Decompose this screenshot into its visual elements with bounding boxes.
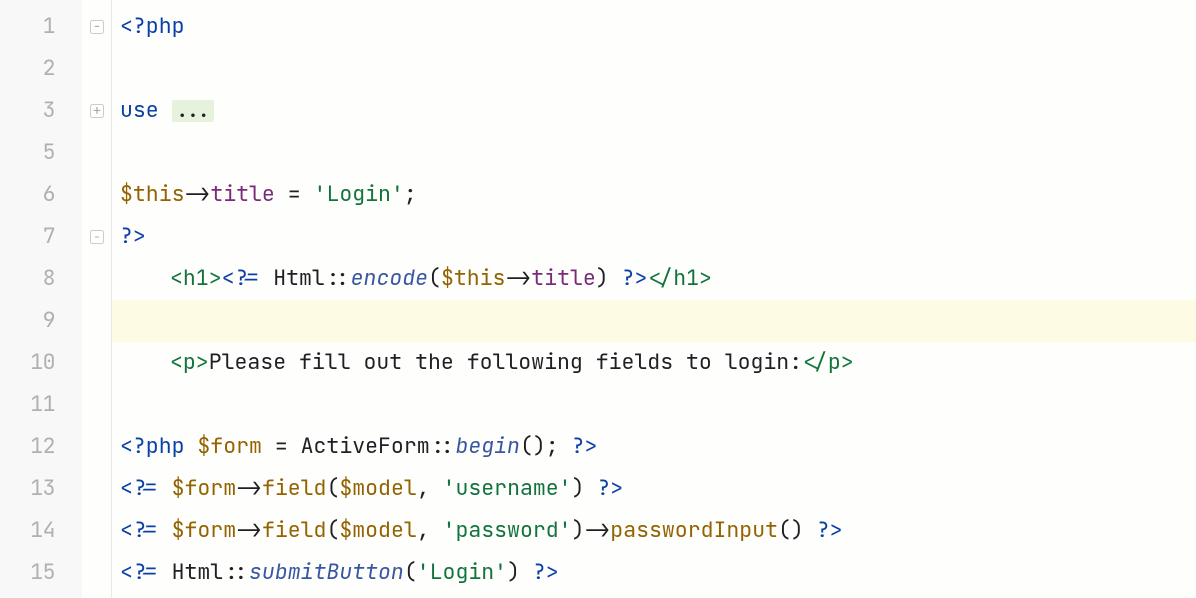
- code-line[interactable]: use ...: [112, 90, 1196, 132]
- fold-collapse-icon[interactable]: [90, 20, 104, 34]
- line-number[interactable]: 14: [0, 510, 81, 552]
- fold-expand-icon[interactable]: [90, 104, 104, 118]
- code-line[interactable]: <?= $form->field($model, 'username') ?>: [112, 468, 1196, 510]
- line-number[interactable]: 5: [0, 132, 81, 174]
- line-number[interactable]: 11: [0, 384, 81, 426]
- code-area[interactable]: <?php use ... $this->title = 'Login'; ?>…: [112, 0, 1196, 598]
- line-number[interactable]: 9: [0, 300, 81, 342]
- line-number[interactable]: 1: [0, 6, 81, 48]
- line-number[interactable]: 7: [0, 216, 81, 258]
- line-number[interactable]: 15: [0, 552, 81, 594]
- line-number[interactable]: 10: [0, 342, 81, 384]
- code-line-current[interactable]: [112, 300, 1196, 342]
- code-editor: 1 2 3 5 6 7 8 9 10 11 12 13 14 15 <?php: [0, 0, 1196, 598]
- code-line[interactable]: <h1><?= Html::encode($this->title) ?></h…: [112, 258, 1196, 300]
- code-line[interactable]: [112, 384, 1196, 426]
- code-line[interactable]: [112, 48, 1196, 90]
- string-literal: 'Login': [314, 184, 404, 206]
- fold-gutter: [82, 0, 112, 598]
- method-encode: encode: [351, 268, 428, 290]
- method-passwordinput: passwordInput: [610, 520, 778, 542]
- html-tag: <h1>: [170, 268, 222, 290]
- line-number[interactable]: 12: [0, 426, 81, 468]
- line-number[interactable]: 2: [0, 48, 81, 90]
- code-line[interactable]: ?>: [112, 216, 1196, 258]
- line-number[interactable]: 8: [0, 258, 81, 300]
- code-line[interactable]: <?php $form = ActiveForm::begin(); ?>: [112, 426, 1196, 468]
- variable-form: $form: [197, 436, 262, 458]
- use-keyword: use: [120, 100, 172, 122]
- php-close-tag: ?>: [120, 226, 146, 248]
- code-line[interactable]: [112, 132, 1196, 174]
- field-title: title: [210, 184, 275, 206]
- line-number[interactable]: 3: [0, 90, 81, 132]
- line-number[interactable]: 13: [0, 468, 81, 510]
- fold-collapse-icon[interactable]: [90, 230, 104, 244]
- method-begin: begin: [455, 436, 520, 458]
- php-open-tag: <?php: [120, 16, 185, 38]
- html-tag: <p>: [170, 352, 209, 374]
- code-line[interactable]: <?= $form->field($model, 'password')->pa…: [112, 510, 1196, 552]
- line-number[interactable]: 6: [0, 174, 81, 216]
- code-line[interactable]: <p>Please fill out the following fields …: [112, 342, 1196, 384]
- line-number-gutter: 1 2 3 5 6 7 8 9 10 11 12 13 14 15: [0, 0, 82, 598]
- text-content: Please fill out the following fields to …: [209, 352, 802, 374]
- method-submitbutton: submitButton: [249, 562, 404, 584]
- method-field: field: [262, 478, 327, 500]
- folded-placeholder[interactable]: ...: [172, 100, 215, 122]
- code-line[interactable]: $this->title = 'Login';: [112, 174, 1196, 216]
- code-line[interactable]: <?= Html::submitButton('Login') ?>: [112, 552, 1196, 594]
- variable-this: $this: [120, 184, 185, 206]
- code-line[interactable]: <?php: [112, 6, 1196, 48]
